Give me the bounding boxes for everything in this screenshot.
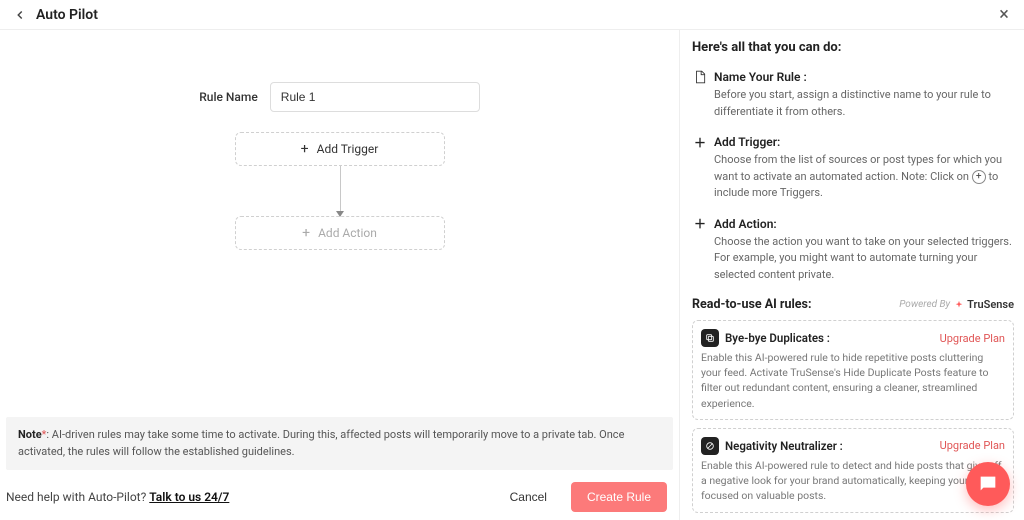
modal-header: Auto Pilot × — [0, 0, 1024, 30]
page-title: Auto Pilot — [36, 7, 98, 23]
help-item-desc: Before you start, assign a distinctive n… — [692, 87, 1014, 120]
help-item-desc: Choose the action you want to take on yo… — [692, 234, 1014, 284]
help-item-add-action: ＋ Add Action: Choose the action you want… — [692, 216, 1014, 284]
note-bar: Note*: AI-driven rules may take some tim… — [6, 417, 673, 470]
sparkle-icon — [954, 300, 964, 310]
chevron-left-icon — [13, 8, 27, 22]
circle-plus-icon: + — [972, 170, 986, 184]
rule-canvas: Rule Name + Add Trigger + Add Action — [0, 30, 679, 417]
rule-name-input[interactable] — [270, 82, 480, 112]
help-item-title: Name Your Rule : — [714, 70, 807, 84]
help-text: Need help with Auto-Pilot? Talk to us 24… — [6, 490, 229, 504]
help-item-title: Add Action: — [714, 217, 777, 231]
connector — [235, 166, 445, 216]
back-button[interactable] — [10, 5, 30, 25]
ai-card-title: Bye-bye Duplicates : — [725, 331, 830, 345]
upgrade-plan-link[interactable]: Upgrade Plan — [940, 332, 1005, 345]
arrow-down-icon — [336, 211, 344, 217]
close-button[interactable]: × — [994, 5, 1014, 25]
ai-card-duplicates[interactable]: Bye-bye Duplicates : Upgrade Plan Enable… — [692, 320, 1014, 420]
add-action-label: Add Action — [318, 226, 377, 240]
powered-by-label: Powered By — [899, 299, 950, 310]
add-trigger-node[interactable]: + Add Trigger — [235, 132, 445, 166]
rule-name-label: Rule Name — [199, 90, 258, 104]
close-icon: × — [999, 4, 1009, 25]
plus-icon: ＋ — [692, 216, 708, 232]
help-panel: Here's all that you can do: Name Your Ru… — [679, 30, 1024, 520]
ai-card-desc: Enable this AI-powered rule to hide repe… — [701, 350, 1005, 411]
cancel-button[interactable]: Cancel — [492, 482, 565, 512]
shield-icon — [701, 437, 719, 455]
ai-card-title: Negativity Neutralizer : — [725, 439, 843, 453]
help-item-add-trigger: ＋ Add Trigger: Choose from the list of s… — [692, 134, 1014, 202]
add-action-node[interactable]: + Add Action — [235, 216, 445, 250]
add-trigger-label: Add Trigger — [317, 142, 379, 156]
plus-icon: ＋ — [692, 134, 708, 150]
chat-launcher[interactable] — [966, 462, 1010, 506]
help-item-title: Add Trigger: — [714, 135, 780, 149]
plus-icon: + — [302, 226, 310, 240]
help-heading: Here's all that you can do: — [692, 40, 1014, 55]
note-prefix: Note — [18, 428, 42, 441]
duplicate-icon — [701, 329, 719, 347]
note-body: : AI-driven rules may take some time to … — [18, 428, 624, 458]
doc-icon — [692, 69, 708, 85]
help-link[interactable]: Talk to us 24/7 — [149, 490, 229, 504]
ai-card-desc: Enable this AI-powered rule to detect an… — [701, 458, 1005, 504]
chat-icon — [977, 473, 999, 495]
help-item-desc: Choose from the list of sources or post … — [692, 152, 1014, 202]
help-item-name-rule: Name Your Rule : Before you start, assig… — [692, 69, 1014, 120]
plus-icon: + — [301, 142, 309, 156]
ai-rules-heading: Read-to-use AI rules: — [692, 297, 899, 312]
create-rule-button[interactable]: Create Rule — [571, 482, 667, 512]
footer: Need help with Auto-Pilot? Talk to us 24… — [0, 476, 679, 520]
brand-badge: TruSense — [954, 298, 1014, 311]
ai-card-negativity[interactable]: Negativity Neutralizer : Upgrade Plan En… — [692, 428, 1014, 513]
upgrade-plan-link[interactable]: Upgrade Plan — [940, 439, 1005, 452]
